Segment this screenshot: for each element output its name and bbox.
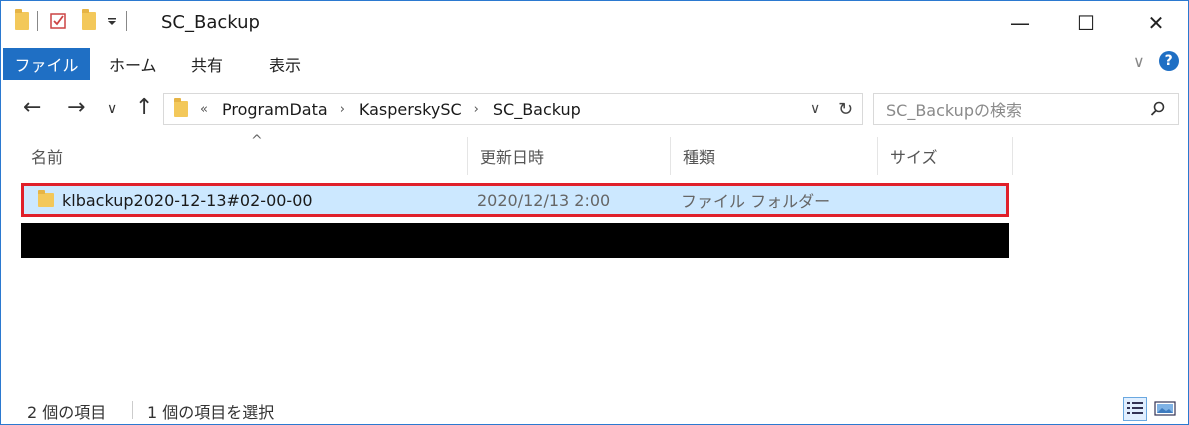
selection-count: 1 個の項目を選択 (147, 403, 275, 422)
quick-access-toolbar (15, 9, 135, 31)
ribbon-controls: ∨ ? (1133, 51, 1179, 71)
back-button[interactable]: ← (23, 95, 41, 120)
tab-home[interactable]: ホーム (109, 48, 157, 80)
breadcrumb-kasperskysc[interactable]: KasperskySC (359, 100, 462, 119)
breadcrumb-sc-backup[interactable]: SC_Backup (493, 100, 581, 119)
status-bar: 2 個の項目 1 個の項目を選択 (1, 395, 1188, 424)
maximize-button[interactable]: ☐ (1063, 1, 1109, 45)
column-type[interactable]: 種類 (671, 137, 877, 175)
column-date[interactable]: 更新日時 (468, 137, 670, 175)
file-type: ファイル フォルダー (681, 192, 831, 211)
help-icon[interactable]: ? (1158, 51, 1179, 71)
folder-icon (38, 190, 54, 207)
file-date: 2020/12/13 2:00 (477, 190, 611, 210)
close-button[interactable]: ✕ (1133, 1, 1179, 45)
search-placeholder: SC_Backupの検索 (886, 101, 1022, 120)
address-dropdown-icon[interactable]: ∨ (810, 101, 820, 117)
search-input[interactable]: SC_Backupの検索 (873, 93, 1179, 125)
minimize-button[interactable]: — (997, 1, 1043, 45)
expand-ribbon-icon[interactable]: ∨ (1133, 52, 1145, 71)
status-divider (132, 401, 133, 419)
title-bar: SC_Backup — ☐ ✕ (1, 1, 1188, 45)
large-icons-view-button[interactable] (1153, 397, 1177, 421)
file-name: klbackup2020-12-13#02-00-00 (62, 190, 313, 210)
column-header: ^ 名前 更新日時 種類 サイズ (19, 133, 1013, 175)
folder-icon (174, 98, 188, 117)
breadcrumb-programdata[interactable]: ProgramData (222, 100, 328, 119)
redacted-row (21, 223, 1009, 258)
ribbon-tabs: ファイル ホーム 共有 表示 ∨ ? (1, 45, 1188, 81)
chevron-right-icon[interactable]: › (340, 102, 345, 117)
chevron-right-icon[interactable]: › (474, 102, 479, 117)
file-row[interactable]: klbackup2020-12-13#02-00-00 2020/12/13 2… (21, 183, 1009, 217)
path-overflow[interactable]: « (200, 102, 208, 117)
folder-icon (15, 9, 29, 30)
navigation-bar: ← → ∨ ↑ « ProgramData › KasperskySC › SC… (1, 87, 1188, 131)
details-view-button[interactable] (1123, 397, 1147, 421)
address-bar[interactable]: « ProgramData › KasperskySC › SC_Backup … (163, 93, 863, 125)
tab-file[interactable]: ファイル (3, 48, 90, 80)
recent-locations-button[interactable]: ∨ (107, 101, 117, 117)
divider (37, 11, 38, 31)
column-divider[interactable] (1012, 137, 1013, 175)
column-size[interactable]: サイズ (878, 137, 1012, 175)
tab-view[interactable]: 表示 (269, 48, 301, 80)
large-icons-view-icon (1154, 401, 1176, 416)
customize-toolbar-icon[interactable] (106, 15, 118, 27)
properties-checkbox-icon[interactable] (50, 12, 68, 30)
up-button[interactable]: ↑ (135, 95, 153, 120)
forward-button[interactable]: → (67, 95, 85, 120)
explorer-window: SC_Backup — ☐ ✕ ファイル ホーム 共有 表示 ∨ ? ← → ∨… (0, 0, 1189, 425)
item-count: 2 個の項目 (27, 403, 107, 422)
details-view-icon (1127, 402, 1143, 414)
new-folder-icon[interactable] (82, 9, 96, 30)
search-icon[interactable] (1150, 101, 1166, 117)
divider (126, 11, 127, 31)
refresh-icon[interactable]: ↻ (838, 99, 853, 120)
window-title: SC_Backup (161, 12, 260, 33)
tab-share[interactable]: 共有 (191, 48, 223, 80)
column-name[interactable]: 名前 (19, 137, 467, 175)
